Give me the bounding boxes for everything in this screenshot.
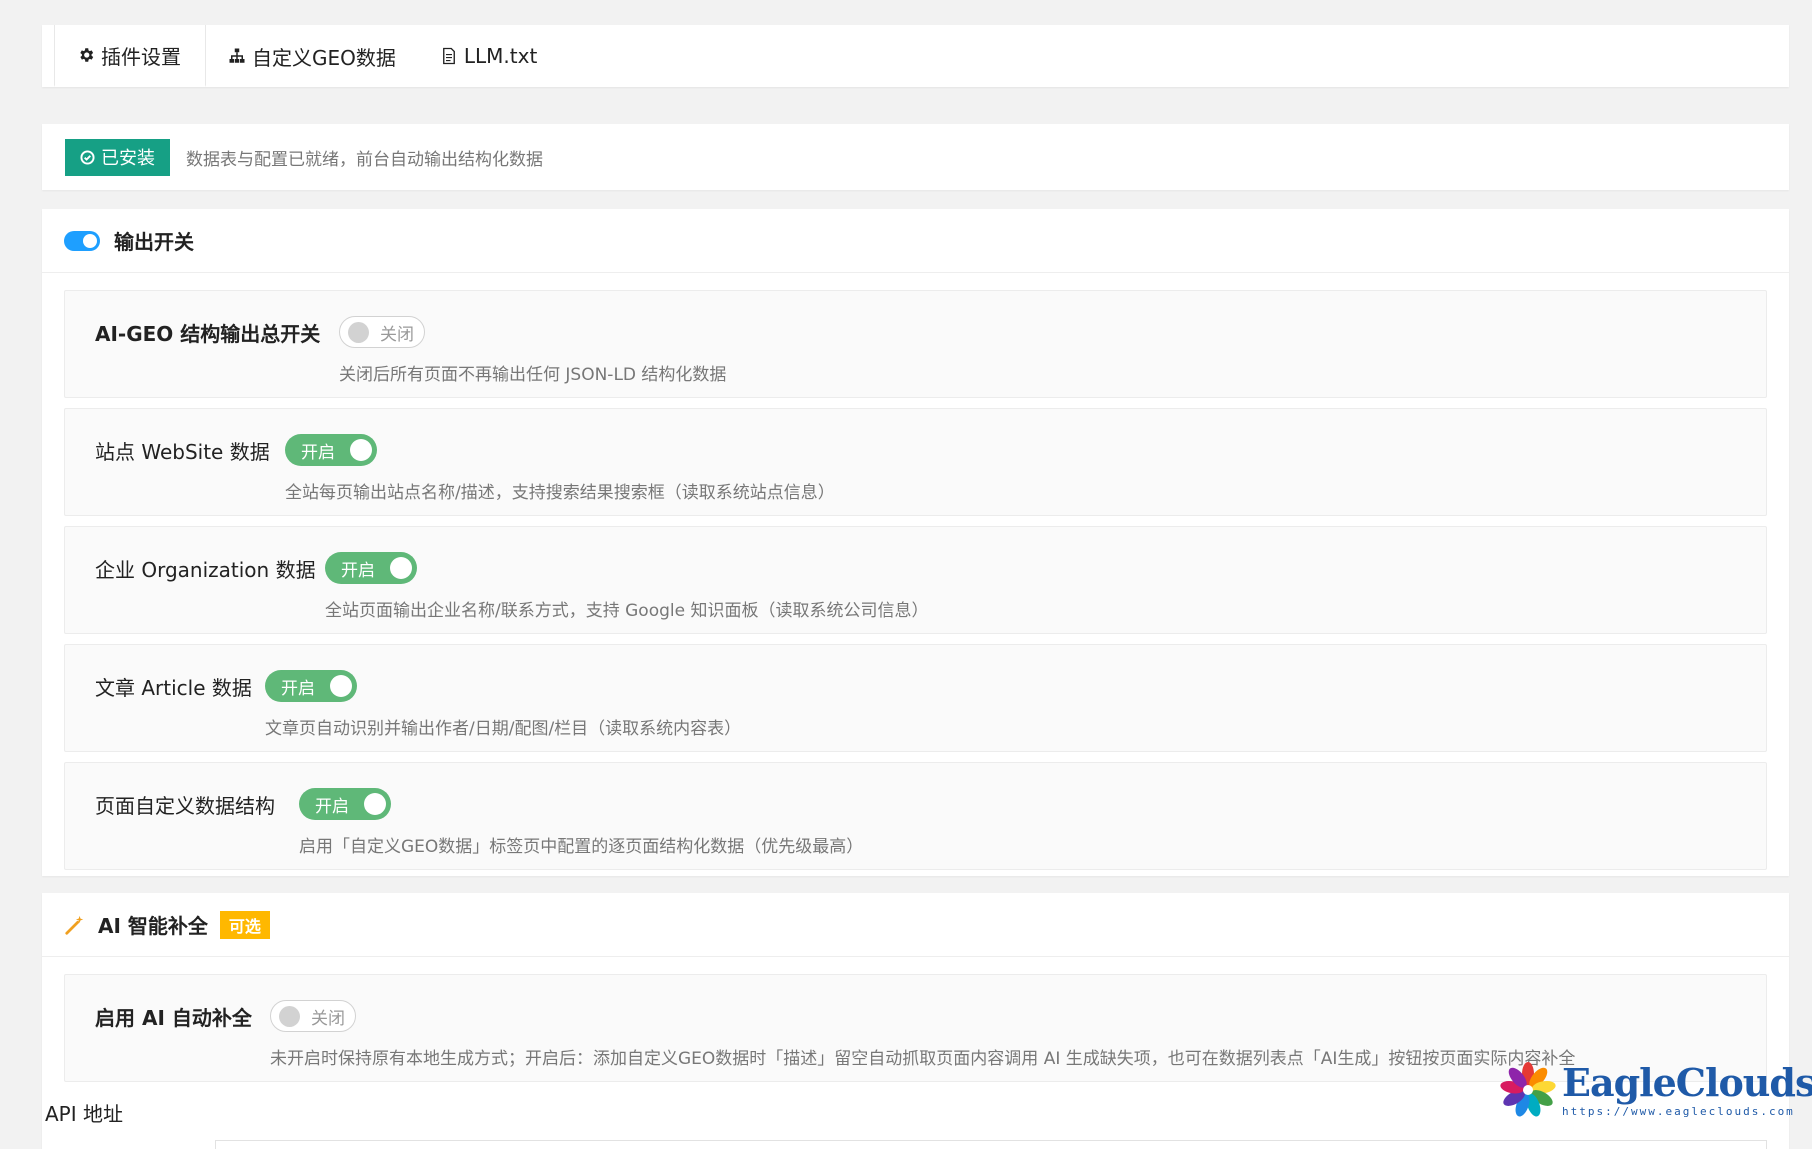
setting-row-organization: 企业 Organization 数据 开启 全站页面输出企业名称/联系方式，支持…	[64, 526, 1767, 634]
install-status-text: 数据表与配置已就绪，前台自动输出结构化数据	[186, 149, 543, 170]
switch-knob	[348, 322, 369, 343]
switch-knob	[350, 439, 372, 461]
switch-knob	[364, 793, 386, 815]
gear-icon	[80, 48, 94, 62]
switch-state: 开启	[301, 442, 335, 463]
switch-state: 开启	[315, 796, 349, 817]
setting-label: AI-GEO 结构输出总开关	[95, 322, 321, 346]
sitemap-icon	[229, 48, 245, 63]
section-title: AI 智能补全	[98, 914, 208, 938]
flower-logo-icon	[1500, 1062, 1556, 1117]
setting-description: 关闭后所有页面不再输出任何 JSON-LD 结构化数据	[339, 365, 727, 385]
tab-label: 自定义GEO数据	[252, 45, 396, 70]
installed-badge-label: 已安装	[101, 148, 155, 169]
switch-knob	[390, 557, 412, 579]
install-status-card: 已安装 数据表与配置已就绪，前台自动输出结构化数据	[42, 124, 1789, 190]
ai-section-header: AI 智能补全 可选	[42, 893, 1789, 957]
toggle-on-icon	[64, 230, 100, 251]
switch-state: 开启	[281, 678, 315, 699]
tab-label: 插件设置	[101, 44, 181, 69]
master-output-switch[interactable]: 关闭	[339, 316, 425, 348]
check-circle-icon	[80, 149, 95, 165]
switch-knob	[279, 1006, 300, 1027]
organization-data-switch[interactable]: 开启	[325, 552, 417, 584]
custom-structure-switch[interactable]: 开启	[299, 788, 391, 820]
installed-badge: 已安装	[65, 138, 170, 176]
api-url-label: API 地址	[45, 1102, 123, 1126]
section-title: 输出开关	[114, 230, 194, 254]
optional-badge: 可选	[219, 910, 270, 939]
logo-url: https://www.eagleclouds.com	[1562, 1105, 1795, 1118]
tab-llm-txt[interactable]: LLM.txt	[418, 25, 559, 87]
ai-autofill-switch[interactable]: 关闭	[270, 1000, 356, 1032]
switch-state: 开启	[341, 560, 375, 581]
setting-row-website: 站点 WebSite 数据 开启 全站每页输出站点名称/描述，支持搜索结果搜索框…	[64, 408, 1767, 516]
api-url-input[interactable]	[215, 1140, 1767, 1149]
setting-row-aigeo-master: AI-GEO 结构输出总开关 关闭 关闭后所有页面不再输出任何 JSON-LD …	[64, 290, 1767, 398]
eagleclouds-logo: EagleClouds https://www.eagleclouds.com	[1498, 1060, 1812, 1122]
tab-bar: 插件设置 自定义GEO数据 LLM.txt	[42, 25, 1789, 87]
setting-label: 文章 Article 数据	[95, 676, 252, 700]
setting-description: 启用「自定义GEO数据」标签页中配置的逐页面结构化数据（优先级最高）	[299, 837, 864, 857]
tab-plugin-settings[interactable]: 插件设置	[54, 25, 206, 87]
setting-description: 全站每页输出站点名称/描述，支持搜索结果搜索框（读取系统站点信息）	[285, 483, 835, 503]
logo-name: EagleClouds	[1562, 1060, 1812, 1105]
tab-label: LLM.txt	[463, 44, 538, 68]
setting-label: 页面自定义数据结构	[95, 794, 275, 818]
switch-knob	[330, 675, 352, 697]
output-switches-card: 输出开关 AI-GEO 结构输出总开关 关闭 关闭后所有页面不再输出任何 JSO…	[42, 209, 1789, 876]
setting-label: 站点 WebSite 数据	[95, 440, 270, 464]
setting-description: 文章页自动识别并输出作者/日期/配图/栏目（读取系统内容表）	[265, 719, 742, 739]
tab-custom-geo-data[interactable]: 自定义GEO数据	[206, 25, 418, 87]
output-section-header: 输出开关	[42, 209, 1789, 273]
magic-wand-icon	[65, 915, 84, 935]
switch-state: 关闭	[380, 324, 414, 345]
setting-description: 全站页面输出企业名称/联系方式，支持 Google 知识面板（读取系统公司信息）	[325, 601, 929, 621]
setting-row-article: 文章 Article 数据 开启 文章页自动识别并输出作者/日期/配图/栏目（读…	[64, 644, 1767, 752]
setting-row-custom-structure: 页面自定义数据结构 开启 启用「自定义GEO数据」标签页中配置的逐页面结构化数据…	[64, 762, 1767, 870]
file-text-icon	[442, 47, 455, 65]
article-data-switch[interactable]: 开启	[265, 670, 357, 702]
setting-label: 启用 AI 自动补全	[95, 1006, 252, 1030]
website-data-switch[interactable]: 开启	[285, 434, 377, 466]
setting-description: 未开启时保持原有本地生成方式；开启后：添加自定义GEO数据时「描述」留空自动抓取…	[270, 1049, 1576, 1069]
setting-label: 企业 Organization 数据	[95, 558, 316, 582]
switch-state: 关闭	[311, 1008, 345, 1029]
